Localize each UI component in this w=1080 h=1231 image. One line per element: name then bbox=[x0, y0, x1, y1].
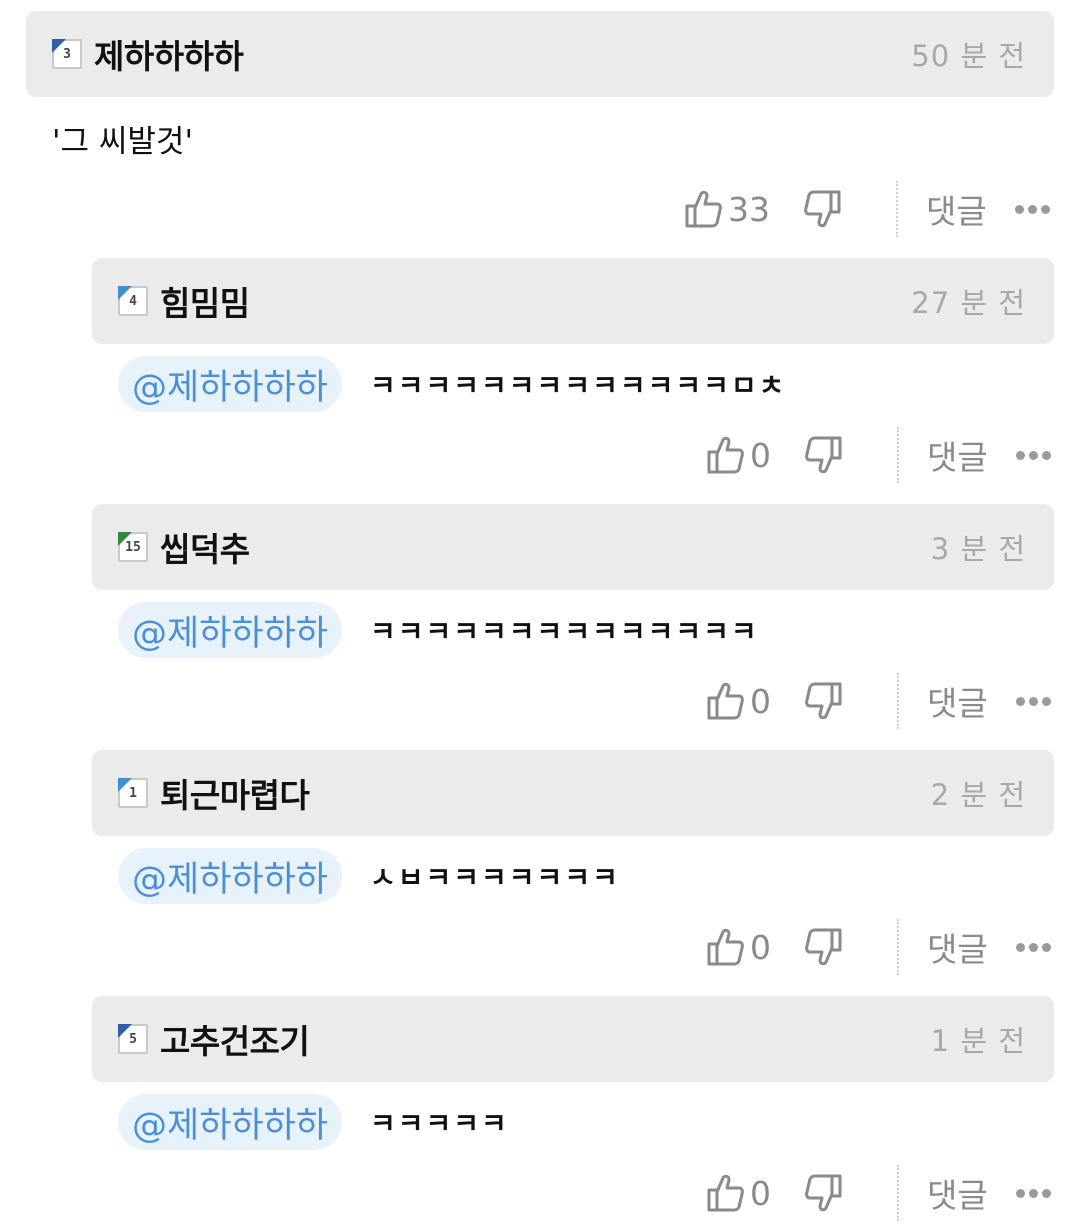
level-badge: 4 bbox=[118, 286, 148, 316]
comment-header: 3 제하하하하 50 분 전 bbox=[26, 11, 1054, 97]
level-badge: 5 bbox=[118, 1024, 148, 1054]
author-nickname[interactable]: 씹덕추 bbox=[160, 523, 250, 571]
mention-tag[interactable]: @제하하하하 bbox=[118, 848, 343, 904]
reply-button[interactable]: 댓글 bbox=[927, 431, 988, 479]
comment-time: 2 분 전 bbox=[930, 778, 1026, 812]
like-button[interactable]: 0 bbox=[706, 681, 771, 721]
thumbs-down-icon bbox=[804, 189, 842, 229]
like-count: 0 bbox=[750, 1173, 771, 1213]
reply-button[interactable]: 댓글 bbox=[926, 185, 987, 233]
author-nickname[interactable]: 힘밈밈 bbox=[160, 277, 250, 325]
like-button[interactable]: 0 bbox=[706, 435, 771, 475]
comment-header: 15 씹덕추 3 분 전 bbox=[92, 504, 1054, 590]
comment-header: 1 퇴근마렵다 2 분 전 bbox=[92, 750, 1054, 836]
action-divider bbox=[897, 673, 899, 729]
author-nickname[interactable]: 퇴근마렵다 bbox=[160, 769, 310, 817]
like-button[interactable]: 0 bbox=[706, 1173, 771, 1213]
comment-text: ㅋㅋㅋㅋㅋ bbox=[370, 1107, 509, 1140]
dislike-button[interactable] bbox=[805, 681, 843, 721]
mention-tag[interactable]: @제하하하하 bbox=[118, 1094, 343, 1150]
author-nickname[interactable]: 제하하하하 bbox=[94, 30, 244, 78]
comment-time: 1 분 전 bbox=[930, 1024, 1026, 1058]
like-count: 33 bbox=[728, 189, 770, 229]
more-dots-icon[interactable] bbox=[1014, 204, 1050, 214]
action-divider bbox=[897, 1165, 899, 1221]
comment-text: ㅋㅋㅋㅋㅋㅋㅋㅋㅋㅋㅋㅋㅋㅋ bbox=[370, 615, 759, 648]
comment-time: 50 분 전 bbox=[911, 39, 1026, 73]
thumbs-down-icon bbox=[805, 927, 843, 967]
comment-time: 27 분 전 bbox=[911, 286, 1026, 320]
dislike-button[interactable] bbox=[804, 189, 842, 229]
reply-button[interactable]: 댓글 bbox=[927, 677, 988, 725]
thumbs-up-icon bbox=[706, 435, 744, 475]
level-badge: 15 bbox=[118, 532, 148, 562]
reply-button[interactable]: 댓글 bbox=[927, 923, 988, 971]
comment-text: ㅋㅋㅋㅋㅋㅋㅋㅋㅋㅋㅋㅋㅋㅁㅊ bbox=[370, 369, 787, 402]
author-nickname[interactable]: 고추건조기 bbox=[160, 1015, 310, 1063]
comment-actions: 0 댓글 bbox=[706, 673, 1054, 729]
comment-actions: 0 댓글 bbox=[706, 919, 1054, 975]
like-count: 0 bbox=[750, 681, 771, 721]
like-button[interactable]: 33 bbox=[684, 189, 770, 229]
comment-actions: 33 댓글 bbox=[684, 181, 1054, 237]
thumbs-up-icon bbox=[706, 1173, 744, 1213]
thumbs-up-icon bbox=[706, 927, 744, 967]
comment-header: 5 고추건조기 1 분 전 bbox=[92, 996, 1054, 1082]
more-dots-icon[interactable] bbox=[1015, 942, 1051, 952]
reply-button[interactable]: 댓글 bbox=[927, 1169, 988, 1217]
comment-time: 3 분 전 bbox=[930, 532, 1026, 566]
comment-header: 4 힘밈밈 27 분 전 bbox=[92, 258, 1054, 344]
comment-text: ㅅㅂㅋㅋㅋㅋㅋㅋㅋ bbox=[370, 861, 620, 894]
like-count: 0 bbox=[750, 435, 771, 475]
level-badge: 3 bbox=[52, 39, 82, 69]
like-button[interactable]: 0 bbox=[706, 927, 771, 967]
action-divider bbox=[897, 427, 899, 483]
more-dots-icon[interactable] bbox=[1015, 696, 1051, 706]
more-dots-icon[interactable] bbox=[1015, 450, 1051, 460]
thumbs-up-icon bbox=[706, 681, 744, 721]
thumbs-down-icon bbox=[805, 435, 843, 475]
mention-tag[interactable]: @제하하하하 bbox=[118, 356, 343, 412]
comment-actions: 0 댓글 bbox=[706, 427, 1054, 483]
comment-actions: 0 댓글 bbox=[706, 1165, 1054, 1221]
level-badge: 1 bbox=[118, 778, 148, 808]
like-count: 0 bbox=[750, 927, 771, 967]
dislike-button[interactable] bbox=[805, 927, 843, 967]
thumbs-down-icon bbox=[805, 1173, 843, 1213]
thumbs-down-icon bbox=[805, 681, 843, 721]
action-divider bbox=[896, 181, 898, 237]
mention-tag[interactable]: @제하하하하 bbox=[118, 602, 343, 658]
action-divider bbox=[897, 919, 899, 975]
comment-text: '그 씨발것' bbox=[52, 124, 193, 160]
dislike-button[interactable] bbox=[805, 435, 843, 475]
more-dots-icon[interactable] bbox=[1015, 1188, 1051, 1198]
thumbs-up-icon bbox=[684, 189, 722, 229]
dislike-button[interactable] bbox=[805, 1173, 843, 1213]
